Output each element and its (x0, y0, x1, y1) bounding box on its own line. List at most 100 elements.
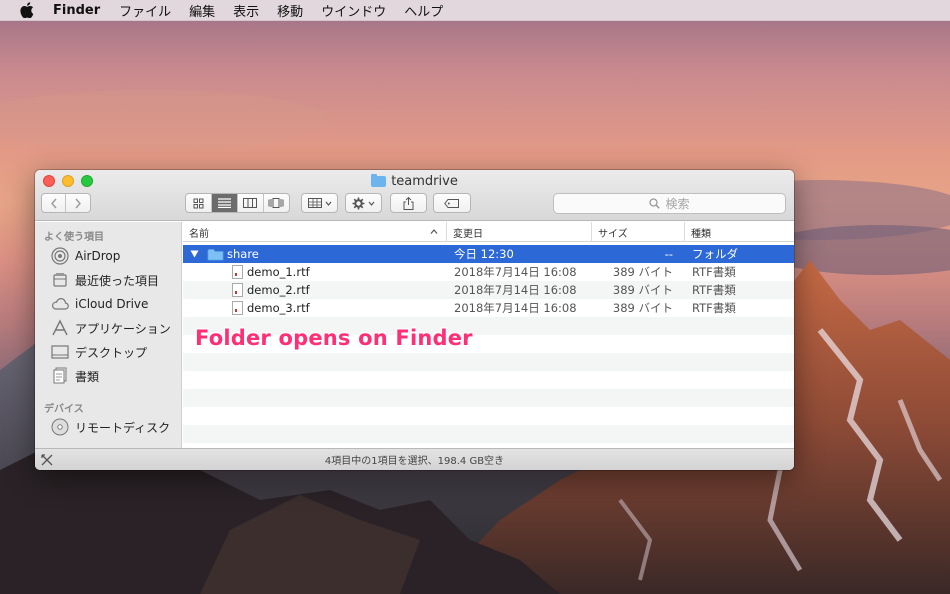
menu-file[interactable]: ファイル (119, 1, 171, 20)
sidebar-heading-favorites: よく使う項目 (44, 232, 104, 243)
menu-help[interactable]: ヘルプ (404, 1, 443, 20)
search-field[interactable]: 検索 (553, 193, 786, 214)
finder-window: teamdrive 検索 よく使う項目 AirDrop 最近使った項目 iClo… (35, 170, 794, 470)
chevron-right-icon (75, 198, 81, 208)
sidebar-item-airdrop[interactable]: AirDrop (51, 246, 120, 266)
action-button[interactable] (345, 193, 382, 213)
rtf-document-icon (232, 299, 243, 317)
list-icon (218, 198, 232, 208)
list-view-button[interactable] (212, 194, 238, 212)
search-placeholder: 検索 (665, 197, 690, 211)
nav-buttons (41, 193, 91, 213)
grid-icon (193, 198, 204, 208)
column-header-name[interactable]: 名前 (183, 222, 446, 242)
sidebar-item-label: リモートディスク (75, 420, 171, 435)
remote-disc-icon (51, 418, 69, 436)
apple-icon[interactable] (19, 2, 35, 18)
file-name: share (227, 247, 259, 261)
back-button[interactable] (42, 194, 67, 212)
column-header-kind[interactable]: 種類 (684, 222, 794, 242)
gallery-view-button[interactable] (264, 194, 289, 212)
menu-edit[interactable]: 編集 (189, 1, 215, 20)
chevron-left-icon (50, 198, 57, 208)
sidebar-heading-devices: デバイス (44, 404, 84, 415)
column-view-button[interactable] (238, 194, 264, 212)
folder-icon (207, 245, 224, 263)
chevron-down-icon (325, 201, 331, 206)
gear-icon (352, 197, 365, 209)
applications-icon (51, 319, 69, 337)
table-row-demo-2[interactable]: demo_2.rtf 2018年7月14日 16:08 389 バイト RTF書… (183, 281, 794, 299)
file-kind: フォルダ (692, 247, 738, 261)
file-date: 2018年7月14日 16:08 (454, 283, 577, 297)
menu-view[interactable]: 表示 (233, 1, 259, 20)
menu-go[interactable]: 移動 (277, 1, 303, 20)
sidebar-item-applications[interactable]: アプリケーション (51, 318, 171, 338)
sidebar-item-label: AirDrop (75, 249, 121, 263)
chevron-down-icon (368, 201, 375, 206)
menu-app-finder[interactable]: Finder (53, 3, 100, 18)
file-name: demo_1.rtf (247, 265, 310, 279)
file-kind: RTF書類 (692, 301, 736, 315)
file-date: 今日 12:30 (454, 247, 514, 261)
path-bar-toggle-icon[interactable] (40, 453, 54, 467)
empty-row (183, 353, 794, 371)
empty-row (183, 389, 794, 407)
documents-icon (51, 367, 69, 385)
rtf-document-icon (232, 281, 243, 299)
disclosure-triangle-icon[interactable] (190, 245, 199, 263)
column-header-size[interactable]: サイズ (591, 222, 684, 242)
file-name: demo_3.rtf (247, 301, 310, 315)
file-date: 2018年7月14日 16:08 (454, 265, 577, 279)
folder-icon (371, 173, 387, 187)
sidebar-item-label: デスクトップ (75, 345, 148, 360)
sidebar-item-documents[interactable]: 書類 (51, 366, 99, 386)
rtf-document-icon (232, 263, 243, 281)
icon-view-button[interactable] (186, 194, 213, 212)
share-icon (403, 196, 414, 210)
arrange-button[interactable] (301, 193, 338, 213)
sidebar-item-recents[interactable]: 最近使った項目 (51, 270, 159, 290)
empty-row (183, 425, 794, 443)
list-header: 名前 変更日 サイズ 種類 (183, 222, 794, 242)
arrange-icon (307, 198, 322, 208)
coverflow-icon (268, 198, 284, 208)
sidebar-item-desktop[interactable]: デスクトップ (51, 342, 147, 362)
sidebar-item-label: 最近使った項目 (75, 273, 160, 288)
sidebar-item-icloud[interactable]: iCloud Drive (51, 294, 148, 314)
file-size: -- (664, 247, 673, 261)
table-row-share[interactable]: share 今日 12:30 -- フォルダ (183, 245, 794, 263)
view-mode-control (185, 193, 290, 213)
file-kind: RTF書類 (692, 265, 736, 279)
file-name: demo_2.rtf (247, 283, 310, 297)
status-bar: 4項目中の1項目を選択、198.4 GB空き (35, 448, 794, 470)
menu-window[interactable]: ウインドウ (321, 1, 386, 20)
airdrop-icon (51, 247, 69, 265)
sidebar-item-remote-disc[interactable]: リモートディスク (51, 417, 170, 437)
caption-overlay: Folder opens on Finder (195, 326, 473, 350)
file-size: 389 バイト (612, 283, 673, 297)
file-kind: RTF書類 (692, 283, 736, 297)
table-row-demo-3[interactable]: demo_3.rtf 2018年7月14日 16:08 389 バイト RTF書… (183, 299, 794, 317)
column-header-date[interactable]: 変更日 (446, 222, 591, 242)
sidebar-item-label: 書類 (75, 369, 100, 384)
columns-icon (243, 198, 258, 208)
search-icon (649, 198, 661, 209)
sidebar-item-label: iCloud Drive (75, 297, 149, 311)
sidebar: よく使う項目 AirDrop 最近使った項目 iCloud Drive アプリケ… (35, 222, 182, 448)
file-date: 2018年7月14日 16:08 (454, 301, 577, 315)
toolbar: teamdrive 検索 (35, 170, 794, 221)
window-title-label: teamdrive (391, 173, 458, 189)
table-row-demo-1[interactable]: demo_1.rtf 2018年7月14日 16:08 389 バイト RTF書… (183, 263, 794, 281)
tag-icon (444, 198, 459, 208)
forward-button[interactable] (66, 194, 90, 212)
desktop-icon (51, 343, 69, 361)
recents-icon (51, 271, 69, 289)
share-button[interactable] (390, 193, 427, 213)
tags-button[interactable] (433, 193, 471, 213)
sort-ascending-icon (430, 229, 438, 234)
menu-bar: Finder ファイル 編集 表示 移動 ウインドウ ヘルプ (0, 0, 950, 21)
file-size: 389 バイト (612, 301, 673, 315)
sidebar-item-label: アプリケーション (75, 321, 171, 336)
file-size: 389 バイト (612, 265, 673, 279)
